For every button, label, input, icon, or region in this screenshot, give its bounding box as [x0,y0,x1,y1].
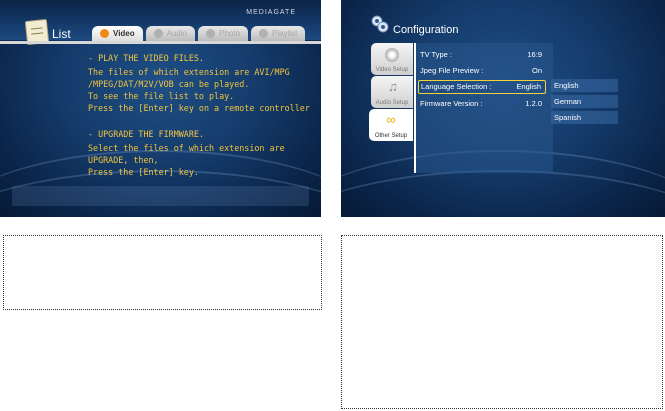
music-note-icon [153,29,163,38]
tab-label: Video [113,29,135,38]
section-heading: - PLAY THE VIDEO FILES. [88,53,204,63]
setting-value: 1.2.0 [525,99,542,108]
sidebar-item-label: Video Setup [375,67,409,73]
tab-playlist[interactable]: Playlist [251,26,306,41]
language-option[interactable]: Spanish [551,111,618,124]
gears-icon [371,15,389,33]
caption-box [3,235,322,310]
help-line: Select the files of which extension are [88,143,285,153]
sidebar-item-label: Other Setup [374,133,408,139]
tab-audio[interactable]: Audio [145,26,196,41]
status-bar [12,186,309,206]
language-option[interactable]: German [551,95,618,108]
camera-icon [206,29,216,38]
sidebar-item-other-setup[interactable]: ∞ Other Setup [369,109,413,141]
help-line: The files of which extension are AVI/MPG [88,67,290,77]
setting-label: Jpeg File Preview : [420,66,484,75]
help-line: Press the [Enter] key on a remote contro… [88,103,310,113]
playlist-icon [259,29,269,38]
setting-label: Firmware Version : [420,99,483,108]
tab-label: Photo [219,29,241,38]
tab-label: Playlist [272,29,298,38]
help-line: To see the file list to play. [88,91,235,101]
list-screen: MEDIAGATE List Video Audio Photo Playlis… [0,0,321,217]
setting-label: TV Type : [420,50,452,59]
setting-value: 16:9 [527,50,542,59]
caption-box [341,235,663,409]
help-text: - PLAY THE VIDEO FILES. The files of whi… [88,52,316,178]
setting-jpeg-preview[interactable]: Jpeg File Preview : On [418,63,546,79]
settings-list: TV Type : 16:9 Jpeg File Preview : On La… [418,47,546,112]
help-line: Press the [Enter] key. [88,167,199,177]
setting-firmware-version: Firmware Version : 1.2.0 [418,96,546,112]
music-note-icon: ♫ [388,79,398,94]
sidebar-item-label: Audio Setup [375,100,409,106]
help-line: /MPEG/DAT/M2V/VOB can be played. [88,79,250,89]
sidebar-item-audio-setup[interactable]: ♫ Audio Setup [371,76,413,108]
help-line: UPGRADE, then, [88,155,159,165]
section-heading: - UPGRADE THE FIRMWARE. [88,129,204,139]
setting-tv-type[interactable]: TV Type : 16:9 [418,47,546,63]
setting-value: On [531,66,542,75]
video-disc-icon [100,29,109,38]
setting-label: Language Selection : [421,82,492,91]
page-title: Configuration [393,24,459,36]
chain-link-icon: ∞ [386,112,396,127]
configuration-screen: Configuration Video Setup ♫ Audio Setup … [341,0,665,217]
language-option[interactable]: English [551,79,618,92]
language-dropdown: English German Spanish [551,79,618,127]
setting-value: English [516,82,541,91]
tab-label: Audio [166,29,188,38]
tab-underline [0,41,321,44]
brand-logo: MEDIAGATE [246,9,296,16]
media-tabs: Video Audio Photo Playlist [92,26,306,41]
tab-video[interactable]: Video [92,26,143,41]
disc-icon [385,48,399,62]
sidebar-item-video-setup[interactable]: Video Setup [371,43,413,75]
setting-language[interactable]: Language Selection : English [418,80,546,94]
page-title: List [52,27,71,41]
tab-photo[interactable]: Photo [198,26,249,41]
